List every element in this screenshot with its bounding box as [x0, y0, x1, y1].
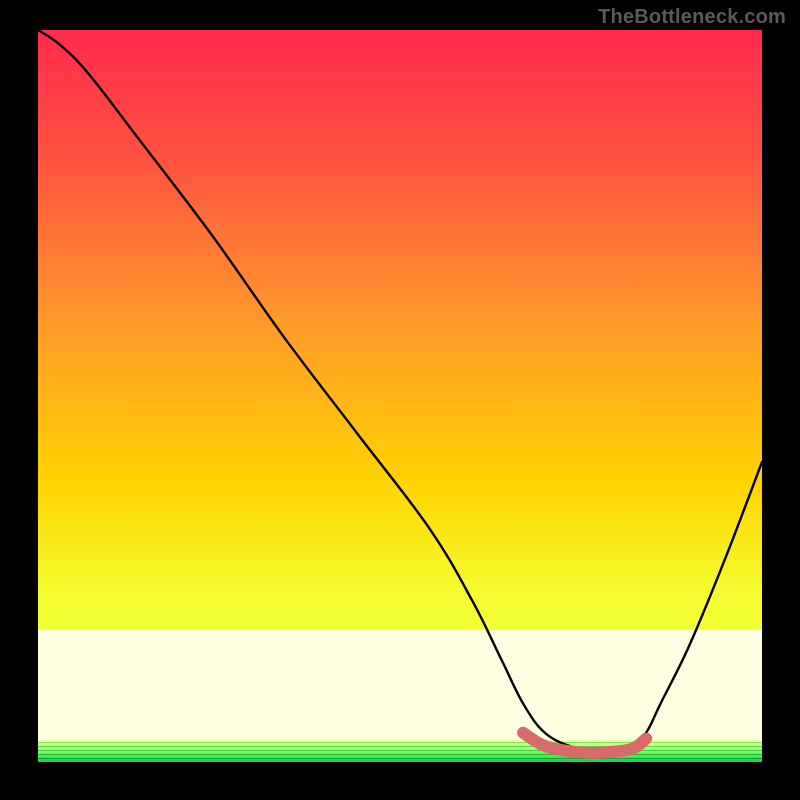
stripe-3 [38, 750, 762, 751]
chart-container: TheBottleneck.com [0, 0, 800, 800]
attribution-label: TheBottleneck.com [598, 6, 786, 29]
stripe-4 [38, 754, 762, 755]
plot-area [38, 30, 762, 762]
stripe-1 [38, 742, 762, 743]
white-band [38, 630, 762, 740]
stripe-2 [38, 746, 762, 747]
bottleneck-chart [38, 30, 762, 762]
stripe-5 [38, 758, 762, 759]
